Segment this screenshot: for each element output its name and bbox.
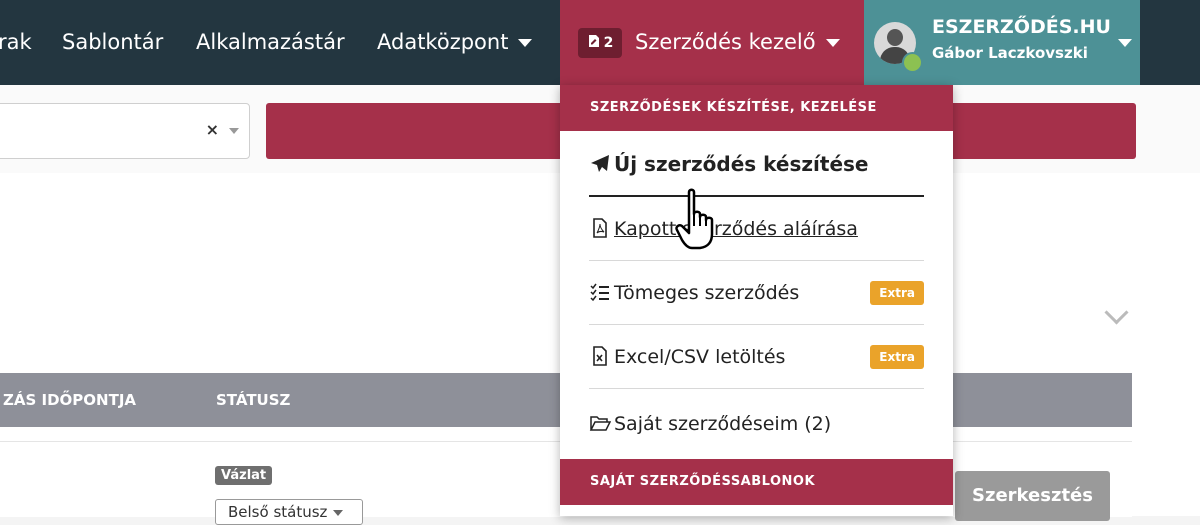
chevron-down-icon[interactable] xyxy=(229,128,239,134)
chevron-down-icon xyxy=(825,39,840,47)
chevron-down-icon xyxy=(1118,39,1132,47)
extra-badge: Extra xyxy=(870,345,924,369)
menu-item-bulk-contract-label: Tömeges szerződés xyxy=(614,282,800,304)
pdf-file-icon xyxy=(593,217,607,238)
menu-item-new-contract[interactable]: Új szerződés készítése xyxy=(589,131,924,197)
nav-item-alkalmazastar[interactable]: Alkalmazástár xyxy=(196,0,345,85)
menu-item-new-contract-label: Új szerződés készítése xyxy=(614,152,869,176)
brand-name: ESZERZŐDÉS.HU xyxy=(932,16,1111,38)
checklist-icon xyxy=(590,283,609,301)
nav-item-adatkozpont[interactable]: Adatközpont xyxy=(377,0,533,85)
menu-item-sign-received-label: Kapott szerződés aláírása xyxy=(614,218,858,240)
user-menu[interactable]: ESZERZŐDÉS.HU Gábor Laczkovszki xyxy=(864,0,1140,85)
menu-item-excel-download[interactable]: Excel/CSV letöltés Extra xyxy=(589,325,924,389)
menu-item-bulk-contract[interactable]: Tömeges szerződés Extra xyxy=(589,261,924,325)
contract-count-badge: 2 xyxy=(578,28,622,58)
top-navbar: rak Sablontár Alkalmazástár Adatközpont … xyxy=(0,0,1200,85)
search-select[interactable]: × xyxy=(0,103,250,159)
szerzodes-dropdown-menu: SZERZŐDÉSEK KÉSZÍTÉSE, KEZELÉSE Új szerz… xyxy=(560,85,953,516)
dropdown-section-header: SAJÁT SZERZŐDÉSSABLONOK xyxy=(560,459,953,505)
edit-button[interactable]: Szerkesztés xyxy=(955,471,1110,521)
nav-item-adatkozpont-label: Adatközpont xyxy=(377,30,509,54)
dropdown-section-header: SZERZŐDÉSEK KÉSZÍTÉSE, KEZELÉSE xyxy=(560,85,953,131)
excel-file-icon xyxy=(593,345,607,366)
extra-badge: Extra xyxy=(870,281,924,305)
clear-icon[interactable]: × xyxy=(206,120,219,139)
online-status-icon xyxy=(902,52,923,73)
hand-cursor-icon xyxy=(675,188,714,250)
menu-item-excel-download-label: Excel/CSV letöltés xyxy=(614,346,786,368)
chevron-down-icon xyxy=(333,509,344,516)
user-name: Gábor Laczkovszki xyxy=(932,44,1088,62)
szerzodes-kezelo-menu[interactable]: Szerződés kezelő xyxy=(635,0,840,85)
paper-plane-icon xyxy=(591,154,609,172)
column-header-status: STÁTUSZ xyxy=(216,391,291,409)
menu-item-my-contracts[interactable]: Saját szerződéseim (2) xyxy=(589,389,924,459)
status-badge: Vázlat xyxy=(215,466,273,485)
contract-count: 2 xyxy=(603,35,614,51)
menu-item-sign-received[interactable]: Kapott szerződés aláírása xyxy=(589,197,924,261)
internal-status-select[interactable]: Belső státusz xyxy=(215,499,363,525)
internal-status-label: Belső státusz xyxy=(228,503,328,521)
folder-open-icon xyxy=(589,415,611,431)
menu-item-my-contracts-label: Saját szerződéseim (2) xyxy=(614,413,832,435)
column-header-date: ZÁS IDŐPONTJA xyxy=(3,391,137,409)
szerzodes-kezelo-label: Szerződés kezelő xyxy=(635,30,816,54)
chevron-down-icon xyxy=(518,39,533,47)
nav-item-partial[interactable]: rak xyxy=(0,0,32,85)
contract-icon xyxy=(588,35,599,47)
nav-item-szerzodes-kezelo[interactable]: 2 Szerződés kezelő xyxy=(560,0,864,85)
nav-item-sablontar[interactable]: Sablontár xyxy=(62,0,163,85)
